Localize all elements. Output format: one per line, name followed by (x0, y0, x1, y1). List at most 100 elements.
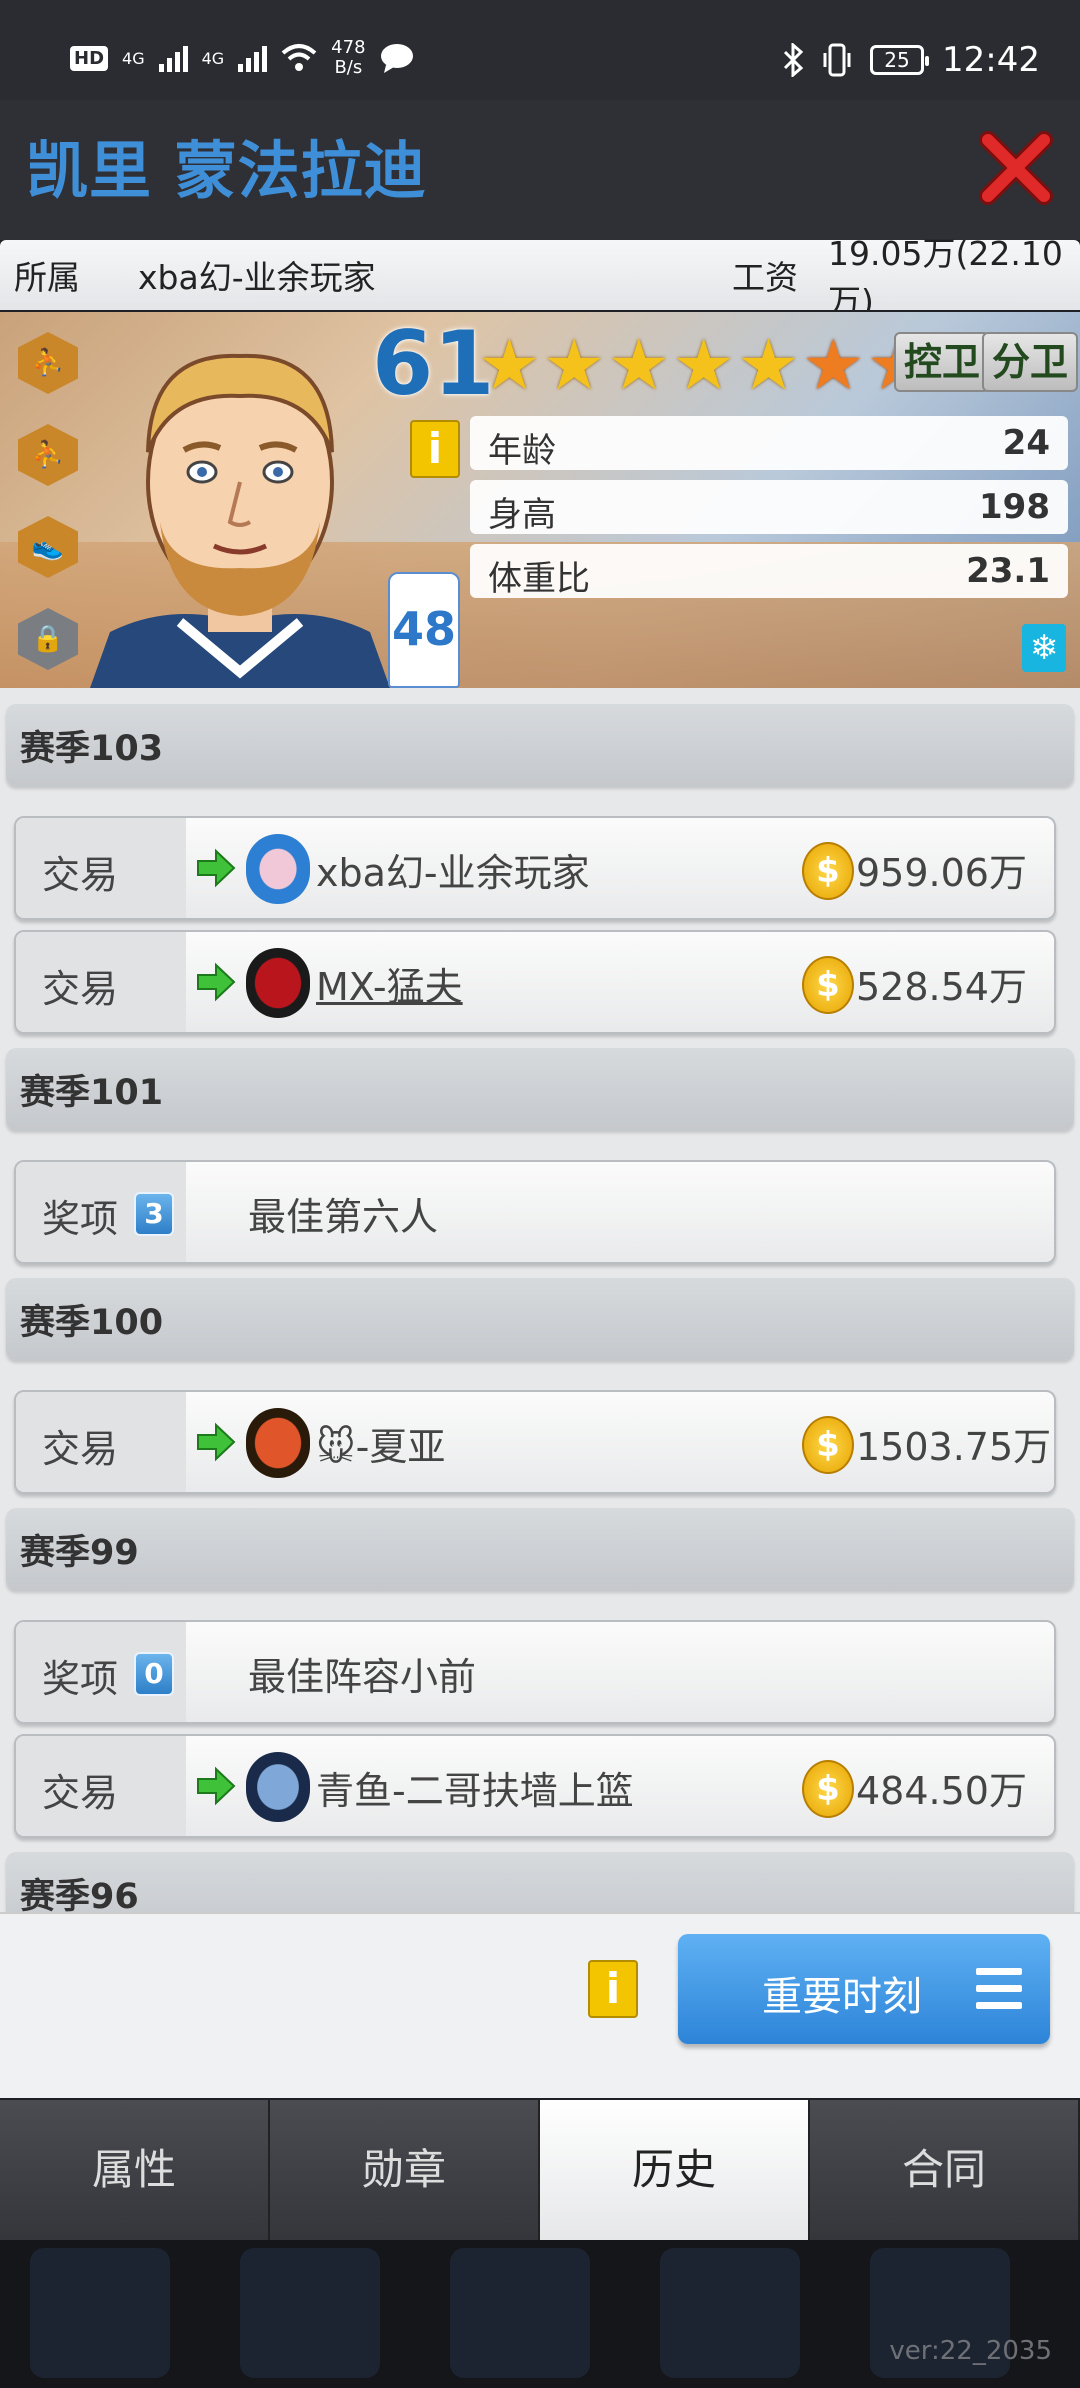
entry-type: 交易 (16, 1736, 186, 1836)
status-right: 25 12:42 (782, 40, 1040, 80)
entry-type-label: 交易 (42, 853, 119, 897)
action-bar: i 重要时刻 (0, 1912, 1080, 2098)
team-label: 所属 (14, 258, 80, 297)
key-moments-button[interactable]: 重要时刻 (678, 1934, 1050, 2044)
locked-badge-icon[interactable]: 🔒 (18, 608, 78, 670)
history-entry-trade[interactable]: 交易 xba幻-业余玩家 $ 959.06万 (14, 816, 1056, 920)
info-icon[interactable]: i (588, 1960, 638, 2018)
history-entry-trade[interactable]: 交易 🐭-夏亚 $ 1503.75万 (14, 1390, 1056, 1494)
star-icon: ★ (672, 324, 736, 406)
tab-bar: 属性 勋章 历史 合同 (0, 2100, 1080, 2240)
info-icon[interactable]: i (410, 420, 460, 478)
skill-badge-icon-1[interactable]: ⛹ (18, 332, 78, 394)
skill-badge-icon-2[interactable]: ⛹ (18, 424, 78, 486)
close-button[interactable] (978, 130, 1054, 206)
team-value: xba幻-业余玩家 (138, 258, 376, 297)
position-tag-sg: 分卫 (982, 332, 1079, 392)
history-entry-award[interactable]: 奖项 3 最佳第六人 (14, 1160, 1056, 1264)
network-label-2: 4G (201, 48, 225, 68)
snowflake-icon[interactable]: ❄ (1022, 624, 1066, 672)
team-salary-row: 所属 xba幻-业余玩家 工资 19.05万(22.10万) (0, 234, 1080, 321)
wifi-icon (281, 44, 317, 71)
stat-value: 24 (1002, 423, 1050, 463)
stat-label: 体重比 (488, 559, 590, 599)
overall-rating: 61 (372, 312, 495, 415)
season-label: 赛季101 (20, 1073, 164, 1113)
tab-medals[interactable]: 勋章 (270, 2100, 540, 2240)
season-header: 赛季99 (6, 1508, 1074, 1590)
season-label: 赛季100 (20, 1303, 164, 1343)
team-name[interactable]: MX-猛夫 (316, 956, 463, 1011)
speed-unit: B/s (334, 57, 363, 78)
trade-amount: 959.06万 (856, 851, 1027, 895)
season-label: 赛季96 (20, 1877, 139, 1912)
star-icon: ★ (542, 324, 606, 406)
entry-type-label: 交易 (42, 1771, 119, 1815)
team-name: xba幻-业余玩家 (316, 851, 590, 895)
stat-value: 23.1 (966, 551, 1050, 591)
history-entry-trade[interactable]: 交易 青鱼-二哥扶墙上篮 $ 484.50万 (14, 1734, 1056, 1838)
history-entry-award[interactable]: 奖项 0 最佳阵容小前 (14, 1620, 1056, 1724)
star-icon-orange: ★ (801, 324, 865, 406)
award-name: 最佳第六人 (248, 1195, 439, 1239)
tab-history[interactable]: 历史 (540, 2100, 810, 2240)
player-header: 凯里 蒙法拉迪 (0, 100, 1080, 240)
signal-icon (158, 44, 188, 72)
history-entry-trade[interactable]: 交易 MX-猛夫 $ 528.54万 (14, 930, 1056, 1034)
season-header: 赛季103 (6, 704, 1074, 786)
hd-badge: HD (70, 45, 109, 71)
season-header: 赛季100 (6, 1278, 1074, 1360)
award-count-badge: 0 (134, 1652, 174, 1696)
team-logo-icon (246, 834, 310, 904)
team-logo-icon (246, 1752, 310, 1822)
stat-label: 年龄 (488, 431, 556, 471)
network-label-1: 4G (122, 48, 145, 68)
green-arrow-icon (197, 1766, 236, 1806)
battery-icon: 25 (870, 45, 930, 75)
trade-amount: 528.54万 (856, 965, 1027, 1009)
signal-icon-2 (238, 44, 268, 72)
skill-badge-icon-3[interactable]: 👟 (18, 516, 78, 578)
salary-label: 工资 (732, 258, 798, 297)
star-icon: ★ (737, 324, 800, 406)
network-speed: 478 B/s (331, 38, 365, 78)
nav-icon-1 (30, 2248, 170, 2378)
entry-type-label: 交易 (42, 1427, 119, 1471)
star-rating: ★ ★ ★ ★ ★ ★ ★ (478, 330, 929, 400)
stat-value: 198 (979, 487, 1050, 527)
trade-amount: 1503.75万 (856, 1425, 1052, 1469)
tab-attributes[interactable]: 属性 (0, 2100, 270, 2240)
vibrate-icon (823, 43, 851, 77)
coin-icon: $ (802, 842, 854, 900)
chat-bubble-icon (380, 44, 413, 73)
green-arrow-icon (197, 848, 236, 888)
player-name: 凯里 蒙法拉迪 (26, 134, 427, 207)
entry-type: 交易 (16, 932, 186, 1032)
season-header: 赛季96 (6, 1852, 1074, 1912)
clock: 12:42 (942, 40, 1040, 80)
team-name: 青鱼-二哥扶墙上篮 (316, 1769, 634, 1813)
coin-icon: $ (802, 1416, 854, 1474)
status-left: HD 4G 4G 478 B/s (70, 38, 414, 78)
season-header: 赛季101 (6, 1048, 1074, 1130)
entry-type: 交易 (16, 1392, 186, 1492)
history-list[interactable]: 赛季103 交易 xba幻-业余玩家 $ 959.06万 交易 MX-猛夫 $ … (0, 688, 1080, 1912)
award-name: 最佳阵容小前 (248, 1655, 477, 1699)
trade-amount: 484.50万 (856, 1769, 1027, 1813)
star-icon: ★ (478, 324, 541, 406)
position-tag-pg: 控卫 (894, 332, 991, 392)
team-name: 🐭-夏亚 (316, 1425, 446, 1469)
star-icon: ★ (607, 324, 671, 406)
version-label: ver:22_2035 (889, 2336, 1052, 2366)
tab-contract[interactable]: 合同 (810, 2100, 1080, 2240)
season-label: 赛季99 (20, 1533, 139, 1573)
speed-value: 478 (331, 37, 366, 58)
entry-type: 交易 (16, 818, 186, 918)
entry-type-label: 奖项 (42, 1197, 119, 1241)
status-bar: HD 4G 4G 478 B/s 25 12:42 (0, 0, 1080, 100)
menu-icon (976, 1968, 1022, 2012)
skill-badges: ⛹ ⛹ 👟 🔒 (18, 332, 78, 670)
stat-height: 身高 198 (470, 480, 1068, 535)
green-arrow-icon (197, 1422, 236, 1462)
nav-icon-4 (660, 2248, 800, 2378)
